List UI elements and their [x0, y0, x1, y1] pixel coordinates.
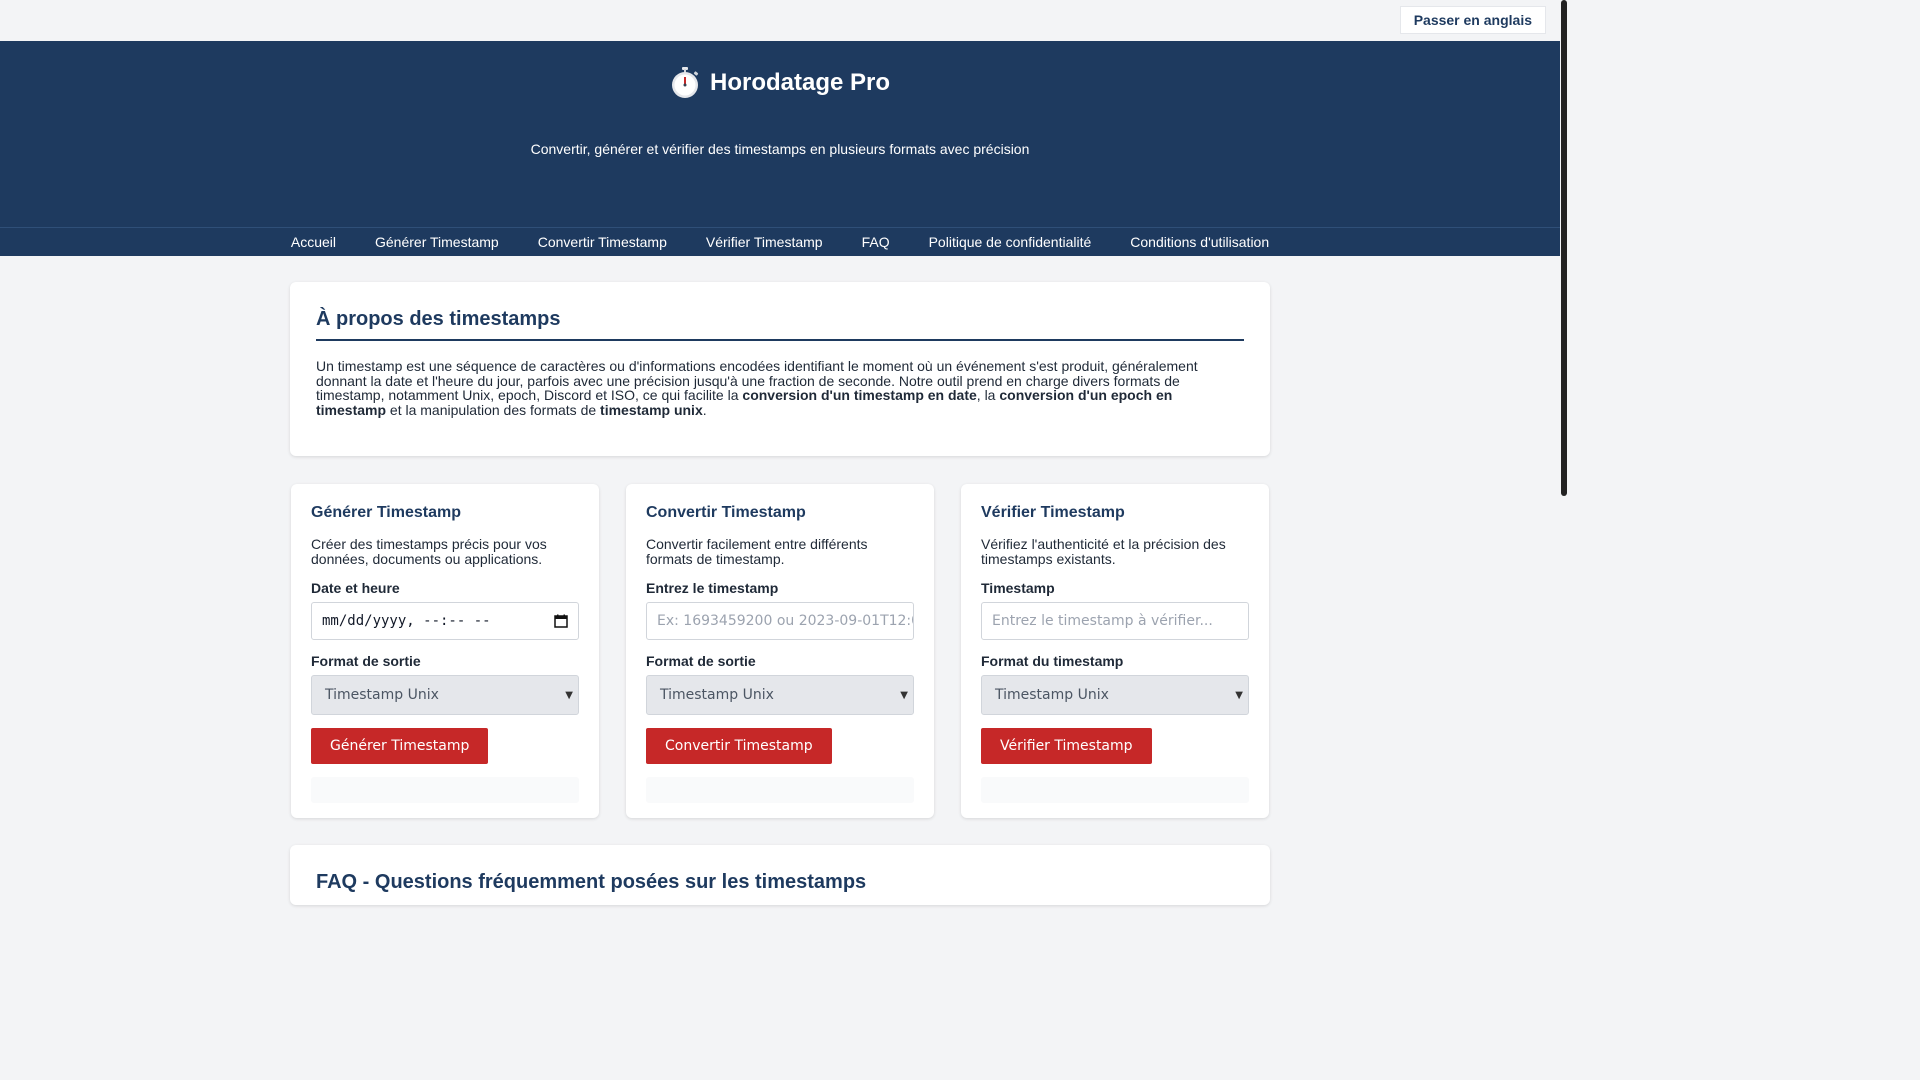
site-subtitle: Convertir, générer et vérifier des times…	[530, 141, 1030, 157]
generate-description: Créer des timestamps précis pour vos don…	[311, 536, 547, 567]
generate-button[interactable]: Générer Timestamp	[311, 728, 489, 764]
verify-format-value: Timestamp Unix	[995, 687, 1109, 703]
generate-card: Générer Timestamp Créer des timestamps p…	[291, 484, 599, 818]
verify-timestamp-input[interactable]: Entrez le timestamp à vérifier...	[981, 602, 1249, 640]
verify-description: Vérifiez l'authenticité et la précision …	[981, 536, 1226, 567]
nav-item-convert[interactable]: Convertir Timestamp	[518, 234, 686, 250]
about-title: À propos des timestamps	[316, 308, 1244, 341]
nav-item-faq[interactable]: FAQ	[842, 234, 909, 250]
date-label: Date et heure	[311, 580, 400, 596]
site-title: Horodatage Pro	[709, 69, 891, 96]
verify-button[interactable]: Vérifier Timestamp	[981, 728, 1152, 764]
nav-item-home[interactable]: Accueil	[271, 234, 355, 250]
verify-title: Vérifier Timestamp	[981, 504, 1125, 521]
about-keyword: conversion d'un timestamp en date	[742, 387, 977, 404]
chevron-down-icon: ▼	[565, 689, 573, 701]
switch-language-button[interactable]: Passer en anglais	[1399, 6, 1546, 34]
nav-item-privacy[interactable]: Politique de confidentialité	[909, 234, 1111, 250]
output-format-label: Format de sortie	[311, 653, 421, 669]
nav-item-terms[interactable]: Conditions d'utilisation	[1111, 234, 1289, 250]
scrollbar-thumb[interactable]	[1561, 0, 1567, 496]
output-format-select[interactable]: Timestamp Unix ▼	[311, 675, 579, 715]
convert-format-select[interactable]: Timestamp Unix ▼	[646, 675, 914, 715]
convert-title: Convertir Timestamp	[646, 504, 806, 521]
convert-card: Convertir Timestamp Convertir facilement…	[626, 484, 934, 818]
chevron-down-icon: ▼	[900, 689, 908, 701]
site-header: Horodatage Pro Convertir, générer et vér…	[0, 41, 1560, 256]
verify-format-select[interactable]: Timestamp Unix ▼	[981, 675, 1249, 715]
stopwatch-icon	[671, 67, 699, 98]
about-section: À propos des timestamps Un timestamp est…	[290, 282, 1270, 456]
top-bar: Passer en anglais	[0, 0, 1568, 41]
verify-timestamp-label: Timestamp	[981, 580, 1055, 596]
datetime-value: mm/dd/yyyy, --:-- --	[322, 613, 491, 629]
convert-format-value: Timestamp Unix	[660, 687, 774, 703]
faq-title: FAQ - Questions fréquemment posées sur l…	[316, 871, 867, 893]
calendar-icon[interactable]	[554, 614, 568, 628]
scrollbar[interactable]	[1560, 0, 1568, 882]
timestamp-format-label: Format du timestamp	[981, 653, 1124, 669]
timestamp-input-label: Entrez le timestamp	[646, 580, 779, 596]
about-text-part: .	[702, 402, 707, 419]
about-keyword: timestamp unix	[600, 402, 703, 419]
convert-result	[646, 777, 914, 803]
chevron-down-icon: ▼	[1235, 689, 1243, 701]
about-text: Un timestamp est une séquence de caractè…	[316, 359, 1244, 418]
brand[interactable]: Horodatage Pro	[0, 67, 1560, 99]
verify-card: Vérifier Timestamp Vérifiez l'authentici…	[961, 484, 1269, 818]
convert-timestamp-input[interactable]: Ex: 1693459200 ou 2023-09-01T12:00:00	[646, 602, 914, 640]
generate-title: Générer Timestamp	[311, 504, 461, 521]
about-text-part: et la manipulation des formats de	[386, 402, 601, 419]
convert-button[interactable]: Convertir Timestamp	[646, 728, 832, 764]
main-nav: Accueil Générer Timestamp Convertir Time…	[0, 227, 1560, 256]
about-text-part: , la	[976, 387, 1000, 404]
datetime-input[interactable]: mm/dd/yyyy, --:-- --	[311, 602, 579, 640]
convert-description: Convertir facilement entre différents fo…	[646, 536, 868, 567]
generate-result	[311, 777, 579, 803]
verify-result	[981, 777, 1249, 803]
faq-section: FAQ - Questions fréquemment posées sur l…	[290, 845, 1270, 905]
nav-item-verify[interactable]: Vérifier Timestamp	[686, 234, 842, 250]
output-format-label: Format de sortie	[646, 653, 756, 669]
output-format-value: Timestamp Unix	[325, 687, 439, 703]
nav-item-generate[interactable]: Générer Timestamp	[356, 234, 519, 250]
